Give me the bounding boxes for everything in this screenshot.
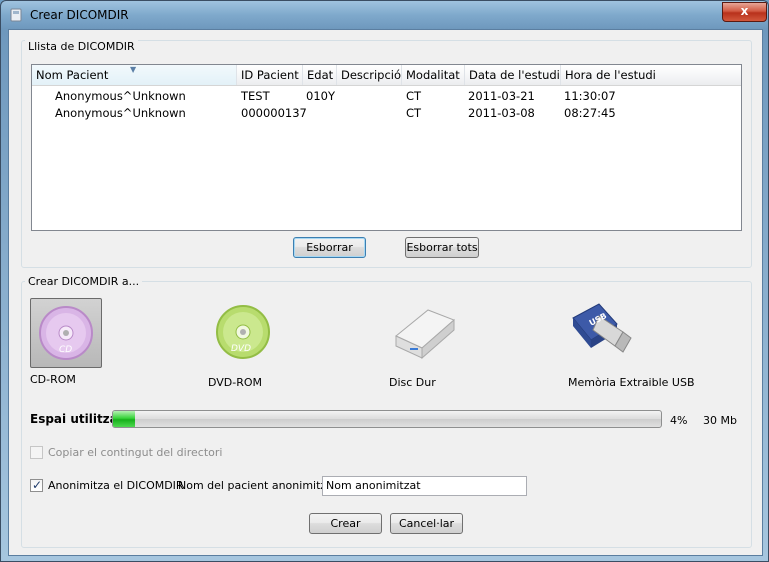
destination-hard-disk-label: Disc Dur	[389, 376, 436, 389]
sort-ascending-icon: ▼	[130, 65, 137, 74]
copy-directory-checkbox[interactable]	[30, 446, 43, 459]
svg-text:DVD: DVD	[231, 344, 251, 354]
window-title: Crear DICOMDIR	[30, 8, 129, 22]
space-used-percent: 4%	[670, 414, 688, 427]
column-header-patient-id[interactable]: ID Pacient	[237, 65, 303, 85]
title-bar[interactable]: Crear DICOMDIR x	[1, 1, 768, 29]
cell-study-date: 2011-03-21	[468, 89, 535, 103]
create-dicomdir-title: Crear DICOMDIR a...	[25, 275, 143, 288]
column-header-patient-name[interactable]: Nom Pacient ▼	[32, 65, 237, 85]
delete-all-button[interactable]: Esborrar tots	[405, 237, 479, 258]
dialog-body: Llista de DICOMDIR Nom Pacient ▼ ID Paci…	[8, 29, 763, 556]
cell-age: 010Y	[306, 89, 335, 103]
destination-hard-disk[interactable]	[390, 298, 462, 368]
delete-button[interactable]: Esborrar	[293, 237, 366, 258]
destination-dvd-rom[interactable]: DVD	[208, 298, 280, 368]
cell-modality: CT	[406, 106, 422, 120]
cell-study-date: 2011-03-08	[468, 106, 535, 120]
destination-cd-rom[interactable]: CD	[30, 298, 102, 368]
close-button[interactable]: x	[722, 2, 767, 22]
table-row[interactable]: Anonymous^Unknown 000000137 CT 2011-03-0…	[32, 105, 741, 122]
svg-text:CD: CD	[59, 345, 72, 355]
space-used-progress-bar	[112, 410, 662, 428]
cell-study-time: 11:30:07	[564, 89, 616, 103]
space-used-size: 30 Mb	[703, 414, 737, 427]
cell-study-time: 08:27:45	[564, 106, 616, 120]
destination-cd-rom-label: CD-ROM	[30, 373, 76, 386]
check-icon: ✓	[32, 478, 43, 492]
destination-usb-label: Memòria Extraible USB	[568, 376, 695, 389]
anonymize-label: Anonimitza el DICOMDIR	[48, 479, 184, 492]
column-header-modality[interactable]: Modalitat	[402, 65, 465, 85]
column-header-study-time[interactable]: Hora de l'estudi	[561, 65, 741, 85]
dialog-window: Crear DICOMDIR x Llista de DICOMDIR Nom …	[0, 0, 769, 562]
destination-dvd-rom-label: DVD-ROM	[208, 376, 263, 389]
dicomdir-list-title: Llista de DICOMDIR	[25, 40, 138, 53]
space-used-label: Espai utilitzat	[30, 412, 124, 426]
cell-patient-id: 000000137	[241, 106, 307, 120]
cancel-button[interactable]: Cancel·lar	[390, 513, 463, 534]
destination-usb[interactable]: USB	[569, 296, 641, 366]
column-header-description[interactable]: Descripció	[337, 65, 402, 85]
column-header-study-date[interactable]: Data de l'estudi	[465, 65, 561, 85]
usb-icon: USB	[572, 303, 632, 353]
cell-patient-name: Anonymous^Unknown	[55, 89, 186, 103]
hard-disk-icon	[395, 309, 455, 360]
cd-icon: CD	[39, 306, 93, 360]
dvd-icon: DVD	[216, 305, 270, 359]
create-button[interactable]: Crear	[309, 513, 382, 534]
dicomdir-table[interactable]: Nom Pacient ▼ ID Pacient Edat Descripció…	[31, 64, 742, 231]
anonymize-checkbox[interactable]: ✓	[30, 478, 43, 492]
copy-directory-label: Copiar el contingut del directori	[48, 446, 223, 459]
anon-name-input[interactable]: Nom anonimitzat	[322, 476, 527, 496]
cell-modality: CT	[406, 89, 422, 103]
table-row[interactable]: Anonymous^Unknown TEST 010Y CT 2011-03-2…	[32, 88, 741, 105]
progress-fill	[113, 411, 135, 427]
cell-patient-id: TEST	[241, 89, 270, 103]
table-header: Nom Pacient ▼ ID Pacient Edat Descripció…	[32, 65, 741, 86]
column-header-age[interactable]: Edat	[303, 65, 337, 85]
app-icon	[10, 8, 22, 22]
anon-name-label: Nom del pacient anonimitzat:	[178, 479, 341, 492]
cell-patient-name: Anonymous^Unknown	[55, 106, 186, 120]
